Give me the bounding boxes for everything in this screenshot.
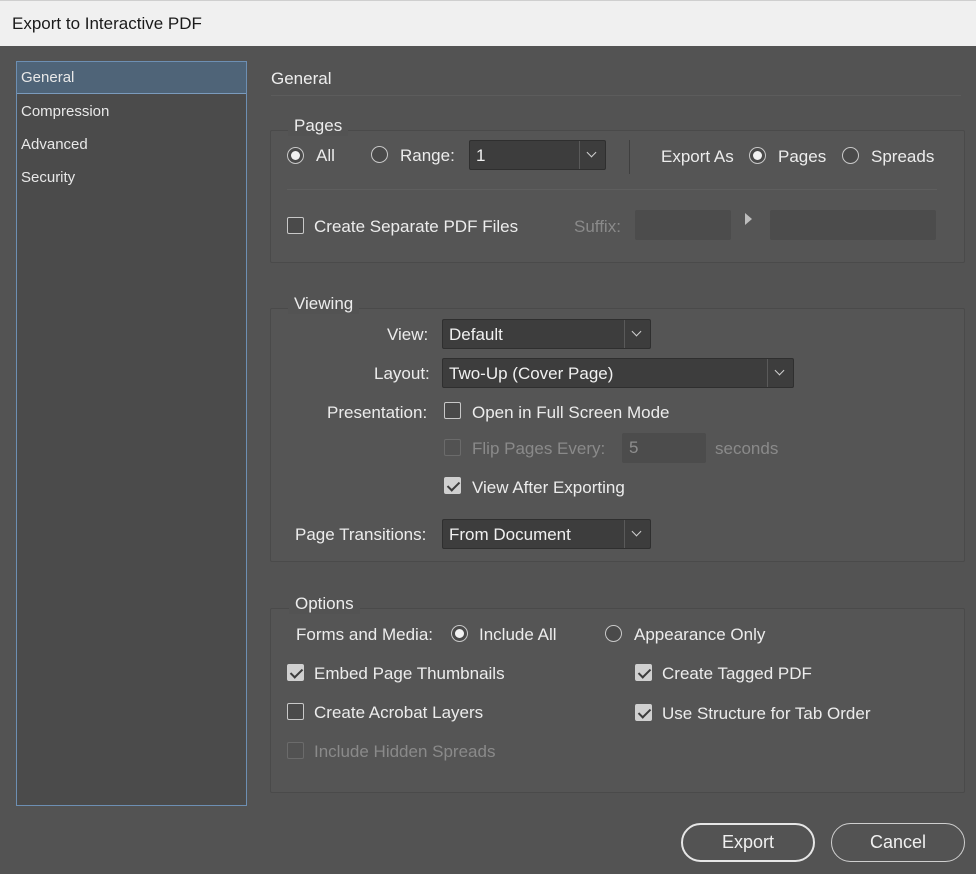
layout-dropdown[interactable]: Two-Up (Cover Page) [442, 358, 794, 388]
hidden-spreads-checkbox [287, 742, 304, 759]
presentation-label: Presentation: [327, 403, 428, 422]
all-pages-radio[interactable] [287, 147, 304, 164]
window-title: Export to Interactive PDF [12, 14, 202, 33]
title-divider [271, 95, 961, 96]
appearance-only-label: Appearance Only [634, 625, 766, 644]
chevron-down-icon[interactable] [767, 359, 793, 387]
tab-order-label: Use Structure for Tab Order [662, 704, 871, 723]
title-bar: Export to Interactive PDF [0, 0, 976, 46]
export-pages-radio[interactable] [749, 147, 766, 164]
panel-title: General [271, 69, 332, 88]
flip-pages-label: Flip Pages Every: [472, 439, 606, 458]
embed-thumbnails-label: Embed Page Thumbnails [314, 664, 505, 683]
tab-order-checkbox[interactable] [635, 704, 652, 721]
category-list: General Compression Advanced Security [16, 61, 247, 806]
export-spreads-label: Spreads [871, 147, 935, 166]
view-value: Default [449, 325, 503, 344]
flip-pages-checkbox [444, 439, 461, 456]
view-after-exporting-label: View After Exporting [472, 478, 625, 497]
view-dropdown[interactable]: Default [442, 319, 651, 349]
sidebar-item-general[interactable]: General [17, 62, 246, 94]
suffix-label: Suffix: [574, 217, 621, 236]
page-transitions-label: Page Transitions: [295, 525, 427, 544]
include-all-radio[interactable] [451, 625, 468, 642]
separate-pdf-label: Create Separate PDF Files [314, 217, 519, 236]
fullscreen-checkbox[interactable] [444, 402, 461, 419]
viewing-section-title: Viewing [288, 294, 360, 314]
view-after-exporting-checkbox[interactable] [444, 477, 461, 494]
acrobat-layers-label: Create Acrobat Layers [314, 703, 484, 722]
forms-media-label: Forms and Media: [296, 625, 433, 644]
hidden-spreads-label: Include Hidden Spreads [314, 742, 496, 761]
all-pages-label: All [316, 146, 335, 165]
tagged-pdf-label: Create Tagged PDF [662, 664, 812, 683]
separate-pdf-checkbox[interactable] [287, 217, 304, 234]
range-value: 1 [476, 146, 486, 165]
export-spreads-radio[interactable] [842, 147, 859, 164]
flip-seconds-field: 5 [622, 433, 706, 463]
cancel-button[interactable]: Cancel [831, 823, 965, 862]
pages-separator [287, 189, 937, 190]
chevron-down-icon[interactable] [624, 520, 650, 548]
chevron-down-icon[interactable] [624, 320, 650, 348]
export-button[interactable]: Export [681, 823, 815, 862]
embed-thumbnails-checkbox[interactable] [287, 664, 304, 681]
flip-seconds-value: 5 [629, 438, 639, 457]
include-all-label: Include All [479, 625, 557, 644]
pages-divider [629, 140, 630, 174]
suffix-field [635, 210, 731, 240]
range-radio[interactable] [371, 146, 388, 163]
view-label: View: [387, 325, 429, 344]
sidebar-item-compression[interactable]: Compression [17, 96, 246, 128]
export-pages-label: Pages [778, 147, 827, 166]
pages-section-title: Pages [288, 116, 349, 136]
chevron-down-icon[interactable] [579, 141, 605, 169]
play-arrow-icon [745, 213, 752, 225]
options-section-title: Options [289, 594, 360, 614]
fullscreen-label: Open in Full Screen Mode [472, 403, 670, 422]
sidebar-item-security[interactable]: Security [17, 162, 246, 194]
layout-value: Two-Up (Cover Page) [449, 364, 614, 383]
page-transitions-value: From Document [449, 525, 571, 544]
suffix-token-field [770, 210, 936, 240]
page-transitions-dropdown[interactable]: From Document [442, 519, 651, 549]
range-label: Range: [400, 146, 455, 165]
tagged-pdf-checkbox[interactable] [635, 664, 652, 681]
layout-label: Layout: [374, 364, 430, 383]
appearance-only-radio[interactable] [605, 625, 622, 642]
acrobat-layers-checkbox[interactable] [287, 703, 304, 720]
range-combo[interactable]: 1 [469, 140, 606, 170]
seconds-label: seconds [715, 439, 779, 458]
sidebar-item-advanced[interactable]: Advanced [17, 129, 246, 161]
export-as-label: Export As [661, 147, 734, 166]
